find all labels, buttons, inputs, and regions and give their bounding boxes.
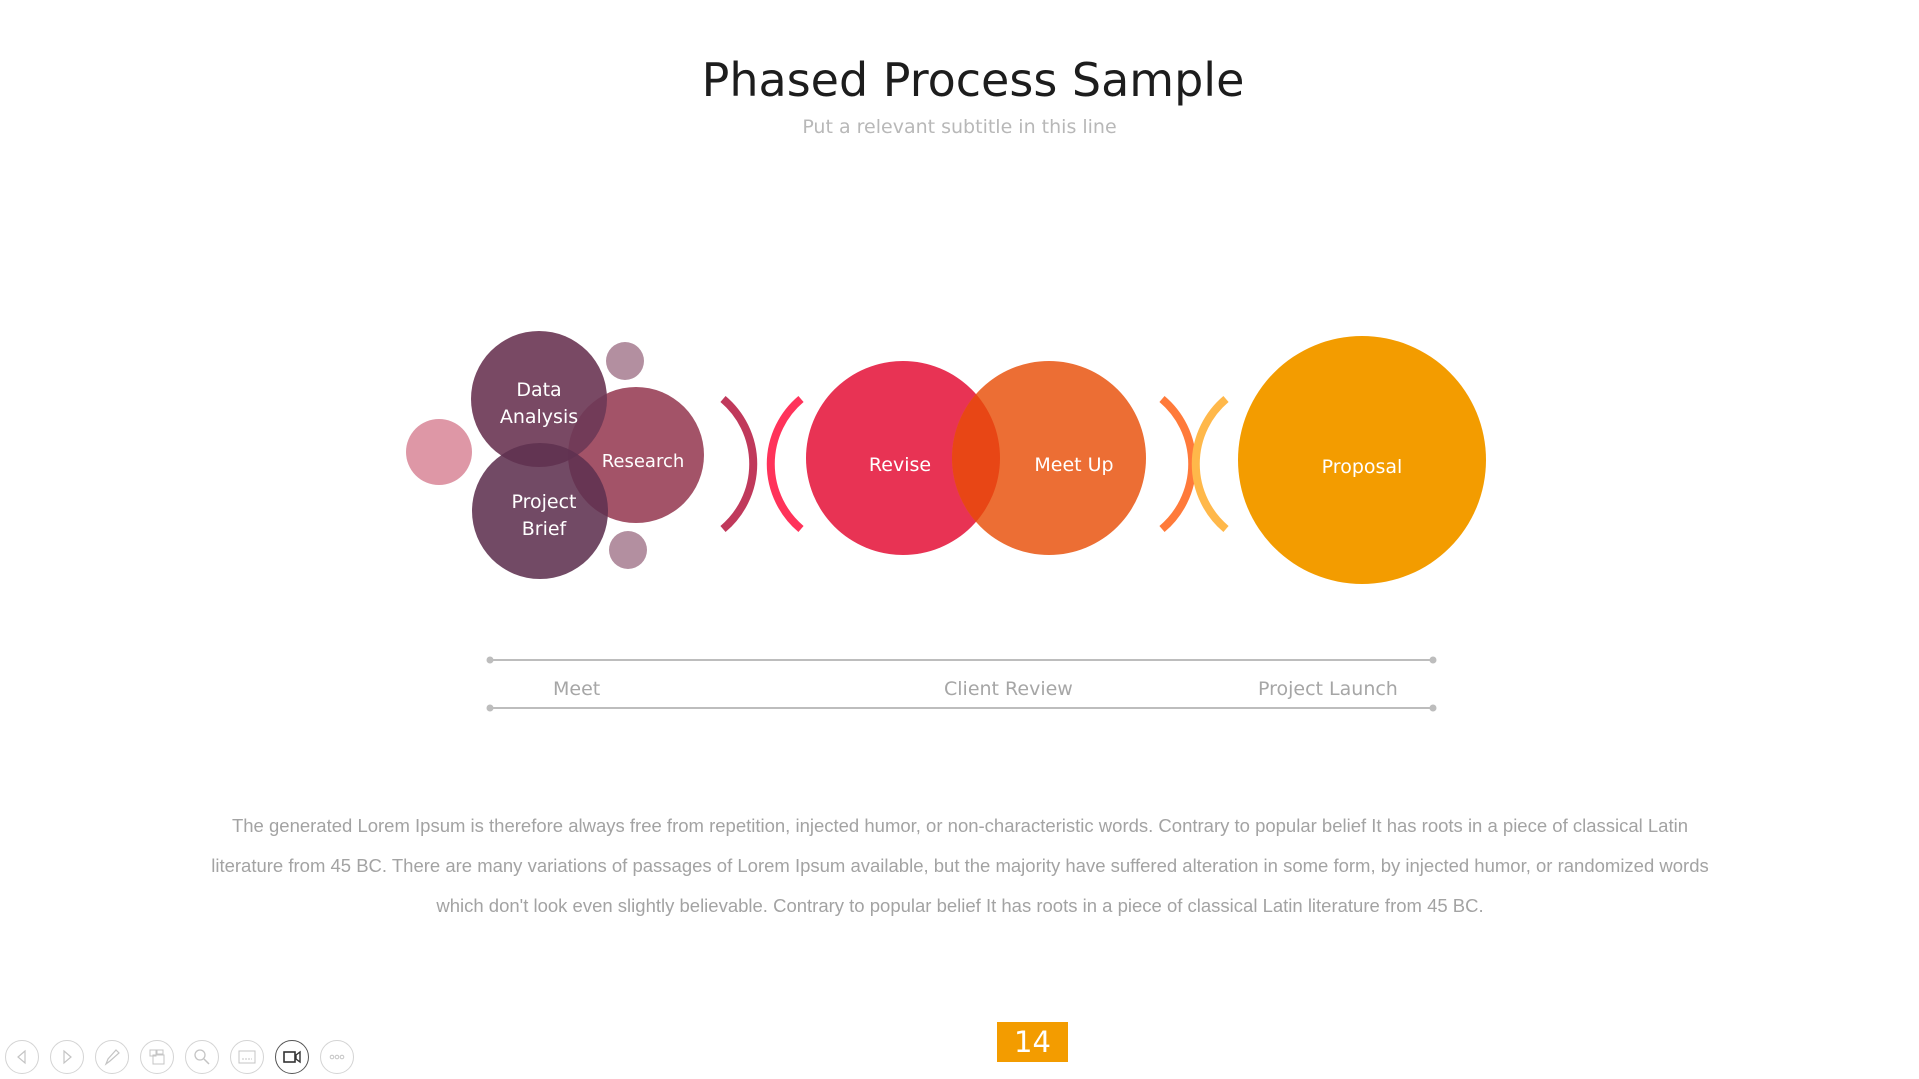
next-icon bbox=[63, 1049, 72, 1065]
arc-left-2 bbox=[766, 395, 804, 533]
timeline-top-start-dot bbox=[486, 656, 494, 664]
next-slide-button[interactable] bbox=[50, 1040, 84, 1074]
arc-right-1 bbox=[720, 395, 758, 533]
label-proposal: Proposal bbox=[1322, 456, 1403, 478]
previous-icon bbox=[17, 1049, 26, 1065]
camera-icon bbox=[283, 1050, 301, 1064]
label-meet-up: Meet Up bbox=[1034, 454, 1113, 476]
zoom-button[interactable] bbox=[185, 1040, 219, 1074]
subtitles-button[interactable] bbox=[230, 1040, 264, 1074]
pen-button[interactable] bbox=[95, 1040, 129, 1074]
label-project-brief-2: Brief bbox=[522, 518, 568, 540]
more-icon bbox=[329, 1054, 345, 1060]
timeline-label-project-launch: Project Launch bbox=[1258, 678, 1398, 700]
timeline-bottom-start-dot bbox=[486, 704, 494, 712]
decor-dot-top bbox=[606, 342, 644, 380]
label-data-analysis-2: Analysis bbox=[500, 406, 578, 428]
previous-slide-button[interactable] bbox=[5, 1040, 39, 1074]
decor-dot-bottom bbox=[609, 531, 647, 569]
body-line-2: literature from 45 BC. There are many va… bbox=[211, 855, 1709, 876]
slides-grid-icon bbox=[149, 1049, 165, 1065]
camera-button[interactable] bbox=[275, 1040, 309, 1074]
timeline-top-end-dot bbox=[1429, 656, 1437, 664]
zoom-icon bbox=[194, 1049, 210, 1065]
arc-right-3 bbox=[1159, 395, 1197, 533]
timeline-label-client-review: Client Review bbox=[944, 678, 1073, 700]
subtitles-icon bbox=[238, 1050, 256, 1064]
body-paragraph: The generated Lorem Ipsum is therefore a… bbox=[130, 806, 1790, 926]
arc-left-4 bbox=[1191, 395, 1229, 533]
presentation-toolbar bbox=[5, 1040, 354, 1076]
label-revise: Revise bbox=[869, 454, 931, 476]
label-data-analysis-1: Data bbox=[516, 379, 561, 401]
label-research: Research bbox=[602, 451, 685, 472]
page-number-badge: 14 bbox=[997, 1022, 1068, 1062]
slides-overview-button[interactable] bbox=[140, 1040, 174, 1074]
decor-dot-pink bbox=[406, 419, 472, 485]
label-project-brief-1: Project bbox=[511, 491, 576, 513]
more-options-button[interactable] bbox=[320, 1040, 354, 1074]
timeline-bottom-end-dot bbox=[1429, 704, 1437, 712]
body-line-3: which don't look even slightly believabl… bbox=[436, 895, 1484, 916]
pen-icon bbox=[104, 1049, 120, 1066]
timeline-label-meet: Meet bbox=[553, 678, 601, 700]
body-line-1: The generated Lorem Ipsum is therefore a… bbox=[231, 815, 1689, 836]
